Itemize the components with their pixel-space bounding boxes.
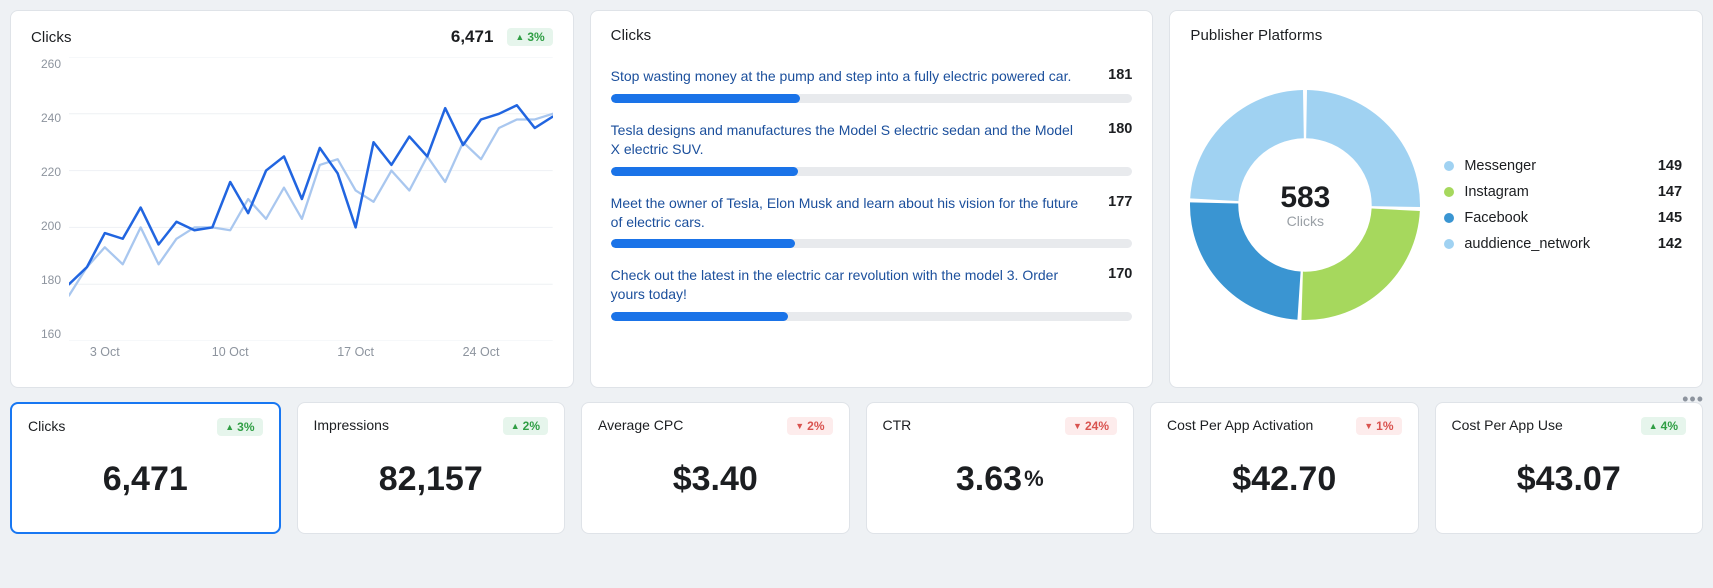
x-tick-label: 17 Oct [337,345,374,359]
clicks-item-text: Check out the latest in the electric car… [611,266,1085,304]
kpi-delta-badge: 24% [1065,417,1117,435]
y-tick-label: 180 [41,273,61,287]
kpi-card[interactable]: Cost Per App Activation 1% $42.70 [1150,402,1419,534]
legend-label: Instagram [1464,184,1528,200]
clicks-item-text: Meet the owner of Tesla, Elon Musk and l… [611,194,1085,232]
legend-row[interactable]: Facebook 145 [1444,210,1682,226]
legend-label: auddience_network [1464,236,1590,252]
clicks-list-item[interactable]: Tesla designs and manufactures the Model… [611,121,1133,176]
kpi-title: Clicks [28,418,65,434]
x-tick-label: 3 Oct [90,345,120,359]
legend-color-dot [1444,239,1454,249]
kpi-delta-value: 4% [1661,419,1678,433]
trend-up-icon [225,423,234,432]
clicks-breakdown-card: Clicks Stop wasting money at the pump an… [590,10,1154,388]
clicks-delta-value: 3% [527,30,544,44]
trend-up-icon [1649,422,1658,431]
legend-value: 145 [1658,210,1682,226]
clicks-item-value: 177 [1098,194,1132,210]
clicks-item-value: 170 [1098,266,1132,282]
legend-row[interactable]: Messenger 149 [1444,158,1682,174]
y-tick-label: 240 [41,111,61,125]
kpi-card[interactable]: ••• Cost Per App Use 4% $43.07 [1435,402,1704,534]
x-tick-label: 24 Oct [463,345,500,359]
y-tick-label: 220 [41,165,61,179]
clicks-item-bar [611,167,1133,176]
card-title: Publisher Platforms [1190,27,1322,44]
kpi-title: CTR [883,417,912,433]
kpi-delta-badge: 1% [1356,417,1401,435]
legend-label: Messenger [1464,158,1536,174]
kpi-delta-value: 1% [1376,419,1393,433]
kpi-card[interactable]: Impressions 2% 82,157 [297,402,566,534]
card-title: Clicks [31,29,72,46]
kpi-delta-badge: 4% [1641,417,1686,435]
legend-color-dot [1444,161,1454,171]
kpi-card[interactable]: Average CPC 2% $3.40 [581,402,850,534]
kpi-delta-value: 2% [523,419,540,433]
clicks-list-item[interactable]: Check out the latest in the electric car… [611,266,1133,321]
legend-value: 142 [1658,236,1682,252]
legend-color-dot [1444,213,1454,223]
kpi-value: $43.07 [1452,435,1687,523]
kpi-delta-value: 3% [237,420,254,434]
y-tick-label: 200 [41,219,61,233]
clicks-trend-card: Clicks 6,471 3% 260 240 220 200 180 160 3 Oct… [10,10,574,388]
x-tick-label: 10 Oct [212,345,249,359]
more-icon[interactable]: ••• [1682,389,1704,410]
legend-color-dot [1444,187,1454,197]
kpi-delta-badge: 3% [217,418,262,436]
clicks-item-bar [611,312,1133,321]
clicks-line-chart[interactable]: 260 240 220 200 180 160 3 Oct 10 Oct 17 Oct 24 O… [31,57,553,367]
kpi-value: 82,157 [314,435,549,523]
kpi-title: Cost Per App Use [1452,417,1563,433]
clicks-total: 6,471 [451,27,494,47]
legend-value: 147 [1658,184,1682,200]
y-tick-label: 260 [41,57,61,71]
kpi-value: $42.70 [1167,435,1402,523]
trend-down-icon [1364,422,1373,431]
clicks-list-item[interactable]: Stop wasting money at the pump and step … [611,67,1133,103]
trend-up-icon [515,33,524,42]
clicks-item-value: 180 [1098,121,1132,137]
kpi-card[interactable]: CTR 24% 3.63% [866,402,1135,534]
publisher-donut-chart[interactable]: 583 Clicks [1190,90,1420,320]
kpi-title: Cost Per App Activation [1167,417,1313,433]
trend-down-icon [1073,422,1082,431]
clicks-item-bar [611,94,1133,103]
trend-up-icon [511,422,520,431]
clicks-item-value: 181 [1098,67,1132,83]
clicks-delta-badge: 3% [507,28,552,46]
legend-row[interactable]: Instagram 147 [1444,184,1682,200]
y-tick-label: 160 [41,327,61,341]
kpi-title: Average CPC [598,417,683,433]
kpi-value: 3.63% [883,435,1118,523]
card-title: Clicks [611,27,652,44]
legend-value: 149 [1658,158,1682,174]
publisher-platforms-card: Publisher Platforms 583 Clicks Messenger… [1169,10,1703,388]
clicks-list-item[interactable]: Meet the owner of Tesla, Elon Musk and l… [611,194,1133,249]
legend-row[interactable]: auddience_network 142 [1444,236,1682,252]
legend-label: Facebook [1464,210,1528,226]
kpi-delta-badge: 2% [503,417,548,435]
clicks-item-text: Stop wasting money at the pump and step … [611,67,1085,86]
kpi-card[interactable]: Clicks 3% 6,471 [10,402,281,534]
kpi-delta-value: 2% [807,419,824,433]
clicks-item-bar [611,239,1133,248]
kpi-value: $3.40 [598,435,833,523]
kpi-title: Impressions [314,417,389,433]
trend-down-icon [795,422,804,431]
kpi-value: 6,471 [28,436,263,522]
clicks-item-text: Tesla designs and manufactures the Model… [611,121,1085,159]
kpi-delta-value: 24% [1085,419,1109,433]
kpi-delta-badge: 2% [787,417,832,435]
